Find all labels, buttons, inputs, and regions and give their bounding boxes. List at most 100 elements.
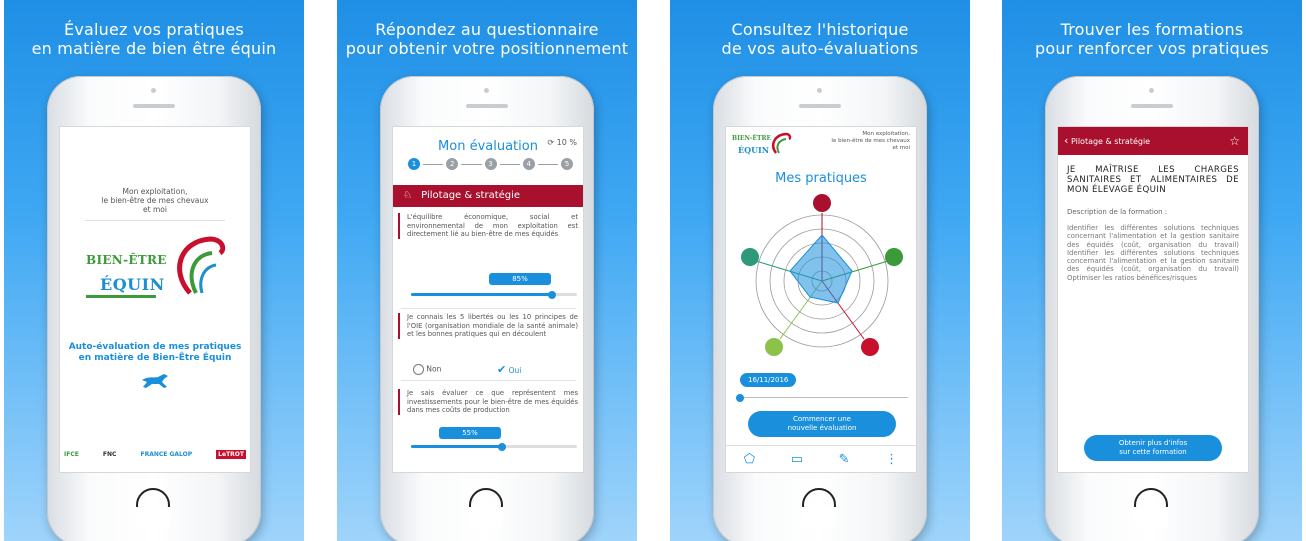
subtitle-line3: et moi bbox=[892, 145, 910, 151]
slider-1-fill bbox=[411, 293, 553, 296]
screen-training: ‹ Pilotage & stratégie ☆ JE MAÎTRISE LES… bbox=[1057, 126, 1249, 473]
divider bbox=[401, 380, 576, 381]
timeline-slider[interactable] bbox=[736, 393, 908, 402]
timeline-thumb[interactable] bbox=[736, 393, 744, 402]
panel-title: Consultez l'historique de vos auto-évalu… bbox=[670, 20, 970, 58]
description-text: Identifier les différentes solutions tec… bbox=[1067, 224, 1239, 282]
slider-1-thumb[interactable] bbox=[548, 290, 556, 299]
screen-history: BIEN-ÊTRE ÉQUIN Mon exploitation, le bie… bbox=[725, 126, 917, 473]
running-horse-icon bbox=[142, 374, 168, 388]
partner-logos: IFCE FNC FRANCE GALOP LeTROT bbox=[64, 443, 246, 465]
home-button[interactable] bbox=[469, 488, 503, 527]
date-label: 16/11/2016 bbox=[740, 373, 797, 387]
page-title: Mes pratiques bbox=[775, 171, 867, 186]
step-1[interactable]: 1 bbox=[408, 158, 420, 170]
back-button[interactable]: ‹ Pilotage & stratégie bbox=[1064, 134, 1151, 147]
partner-logo-ifce: IFCE bbox=[64, 450, 79, 458]
new-evaluation-button[interactable]: Commencer une nouvelle évaluation bbox=[748, 411, 896, 437]
option-oui-label: Oui bbox=[508, 366, 522, 375]
panel-title-line2: pour renforcer vos pratiques bbox=[1035, 39, 1269, 58]
partner-logo-france-galop: FRANCE GALOP bbox=[140, 450, 193, 458]
slider-1[interactable] bbox=[411, 290, 577, 299]
phone: Mon évaluation ⟳ 10 % 1 2 3 4 5 ♘ Pilota… bbox=[380, 76, 594, 541]
home-button[interactable] bbox=[802, 488, 836, 527]
chevron-left-icon: ‹ bbox=[1064, 134, 1069, 147]
panel-2: Répondez au questionnaire pour obtenir v… bbox=[337, 0, 637, 541]
tab-more-icon[interactable]: ⋮ bbox=[885, 452, 898, 467]
step-5[interactable]: 5 bbox=[561, 158, 573, 170]
camera bbox=[817, 88, 822, 93]
camera bbox=[151, 88, 156, 93]
description-label: Description de la formation : bbox=[1067, 208, 1168, 216]
progress-value: 10 % bbox=[556, 138, 577, 147]
divider bbox=[85, 220, 225, 221]
question-3-text: Je sais évaluer ce que représentent mes … bbox=[398, 389, 578, 415]
auto-line2: en matière de Bien-Être Équin bbox=[78, 353, 232, 363]
panel-title-line2: en matière de bien être équin bbox=[31, 39, 277, 58]
panel-4: Trouver les formations pour renforcer vo… bbox=[1002, 0, 1302, 541]
app-subtitle: Mon exploitation, le bien-être de mes ch… bbox=[831, 131, 910, 152]
panel-title-line2: de vos auto-évaluations bbox=[721, 39, 919, 58]
home-button[interactable] bbox=[136, 488, 170, 527]
slider-1-value: 85% bbox=[489, 273, 551, 285]
panel-3: Consultez l'historique de vos auto-évalu… bbox=[670, 0, 970, 541]
step-separator bbox=[423, 163, 444, 165]
step-separator bbox=[537, 163, 558, 165]
back-label: Pilotage & stratégie bbox=[1070, 137, 1151, 146]
radar-chart bbox=[741, 194, 903, 356]
panel-title-line1: Consultez l'historique bbox=[731, 20, 909, 39]
panel-title-line1: Trouver les formations bbox=[1060, 20, 1244, 39]
step-3[interactable]: 3 bbox=[484, 158, 497, 170]
logo-text-bien-etre: BIEN-ÊTRE bbox=[86, 253, 167, 267]
subtitle-line2: le bien-être de mes chevaux bbox=[831, 138, 910, 144]
slider-3[interactable] bbox=[411, 442, 577, 451]
button-line2: nouvelle évaluation bbox=[787, 424, 857, 432]
nav-header: ‹ Pilotage & stratégie ☆ bbox=[1058, 127, 1248, 155]
step-2[interactable]: 2 bbox=[446, 158, 459, 170]
step-4[interactable]: 4 bbox=[522, 158, 535, 170]
tab-bar: ⬠ ▭ ✎ ⋮ bbox=[726, 445, 916, 472]
option-non[interactable]: Non bbox=[413, 364, 441, 375]
panel-title: Répondez au questionnaire pour obtenir v… bbox=[337, 20, 637, 58]
auto-evaluation-text: Auto-évaluation de mes pratiques en mati… bbox=[60, 342, 250, 364]
panel-1: Évaluez vos pratiques en matière de bien… bbox=[4, 0, 304, 541]
more-info-button[interactable]: Obtenir plus d'infos sur cette formation bbox=[1084, 435, 1222, 461]
panel-title-line2: pour obtenir votre positionnement bbox=[345, 39, 629, 58]
phone: Mon exploitation, le bien-être de mes ch… bbox=[47, 76, 261, 541]
slider-3-fill bbox=[411, 445, 503, 448]
panel-title: Évaluez vos pratiques en matière de bien… bbox=[4, 20, 304, 58]
home-button[interactable] bbox=[1134, 488, 1168, 527]
app-subtitle: Mon exploitation, le bien-être de mes ch… bbox=[60, 187, 250, 214]
star-icon[interactable]: ☆ bbox=[1229, 127, 1240, 155]
tab-book-icon[interactable]: ▭ bbox=[791, 452, 803, 467]
button-line1: Obtenir plus d'infos bbox=[1118, 439, 1188, 447]
tab-radar-icon[interactable]: ⬠ bbox=[744, 452, 755, 467]
radio-no[interactable] bbox=[413, 364, 424, 375]
speaker bbox=[1131, 104, 1173, 108]
panel-title: Trouver les formations pour renforcer vo… bbox=[1002, 20, 1302, 58]
progress-indicator: ⟳ 10 % bbox=[547, 138, 577, 147]
subtitle-line1: Mon exploitation, bbox=[122, 187, 188, 196]
step-separator bbox=[499, 163, 520, 165]
logo-text-equin: ÉQUIN bbox=[738, 145, 770, 155]
button-line1: Commencer une bbox=[793, 415, 851, 423]
speaker bbox=[799, 104, 841, 108]
subtitle-line3: et moi bbox=[143, 205, 167, 214]
phone: BIEN-ÊTRE ÉQUIN Mon exploitation, le bie… bbox=[713, 76, 927, 541]
section-title: Pilotage & stratégie bbox=[421, 190, 521, 201]
panel-title-line1: Évaluez vos pratiques bbox=[64, 20, 244, 39]
camera bbox=[484, 88, 489, 93]
option-oui[interactable]: ✔ Oui bbox=[497, 363, 521, 376]
question-2-text: Je connais les 5 libertés ou les 10 prin… bbox=[398, 313, 578, 339]
logo-text-bien-etre: BIEN-ÊTRE bbox=[732, 135, 772, 142]
training-title: JE MAÎTRISE LES CHARGES SANITAIRES ET AL… bbox=[1067, 165, 1239, 195]
slider-3-thumb[interactable] bbox=[498, 442, 506, 451]
divider bbox=[401, 308, 576, 309]
tab-edit-icon[interactable]: ✎ bbox=[839, 452, 850, 467]
step-separator bbox=[461, 163, 482, 165]
chess-knight-icon: ♘ bbox=[403, 190, 412, 201]
screen-evaluation: Mon évaluation ⟳ 10 % 1 2 3 4 5 ♘ Pilota… bbox=[392, 126, 584, 473]
evaluation-header: Mon évaluation ⟳ 10 % bbox=[393, 135, 583, 157]
section-header: ♘ Pilotage & stratégie bbox=[393, 185, 583, 207]
auto-line1: Auto-évaluation de mes pratiques bbox=[68, 342, 242, 352]
